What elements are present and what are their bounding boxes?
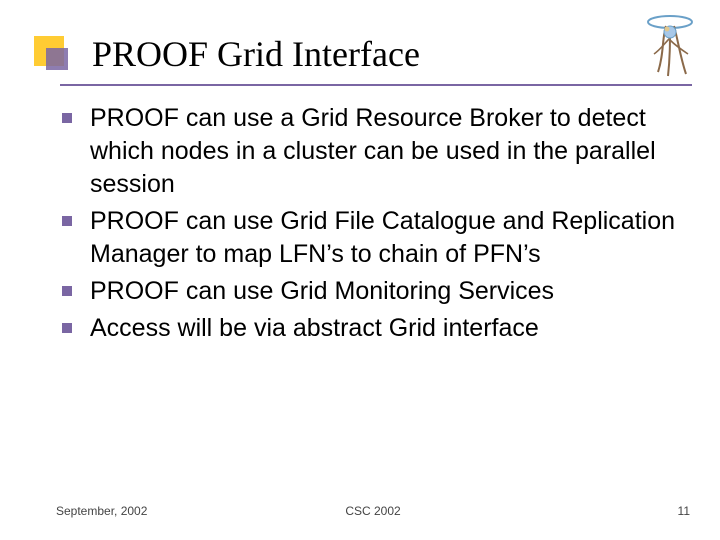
slide-footer: September, 2002 CSC 2002 11 — [56, 504, 690, 524]
list-item: Access will be via abstract Grid interfa… — [58, 312, 680, 345]
slide-title: PROOF Grid Interface — [92, 32, 420, 76]
footer-page-number: 11 — [678, 504, 690, 518]
bullet-icon — [62, 216, 72, 226]
list-item: PROOF can use Grid File Catalogue and Re… — [58, 205, 680, 271]
bullet-text: PROOF can use a Grid Resource Broker to … — [90, 102, 680, 201]
slide: PROOF Grid Interface PROOF can use a Gri… — [0, 0, 720, 540]
footer-event: CSC 2002 — [56, 504, 690, 518]
title-underline — [60, 84, 692, 86]
bullet-icon — [62, 113, 72, 123]
bullet-text: PROOF can use Grid Monitoring Services — [90, 275, 554, 308]
bullet-text: Access will be via abstract Grid interfa… — [90, 312, 539, 345]
list-item: PROOF can use a Grid Resource Broker to … — [58, 102, 680, 201]
bullet-icon — [62, 286, 72, 296]
bullet-text: PROOF can use Grid File Catalogue and Re… — [90, 205, 680, 271]
root-logo-icon — [640, 10, 700, 82]
list-item: PROOF can use Grid Monitoring Services — [58, 275, 680, 308]
corner-accent-icon — [38, 40, 72, 74]
title-row: PROOF Grid Interface — [0, 32, 720, 92]
bullet-icon — [62, 323, 72, 333]
slide-body: PROOF can use a Grid Resource Broker to … — [58, 102, 680, 349]
